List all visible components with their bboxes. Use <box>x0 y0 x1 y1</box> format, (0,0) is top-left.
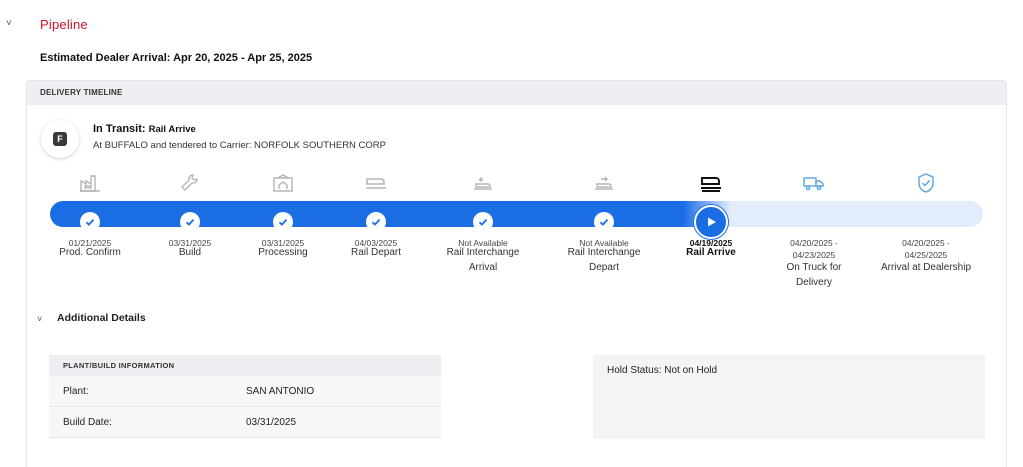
check-icon <box>473 212 493 232</box>
progress-fill <box>50 201 732 227</box>
check-icon <box>273 212 293 232</box>
status-badge: F <box>41 120 79 158</box>
transit-status-value: Rail Arrive <box>148 124 196 135</box>
transit-location: At BUFFALO and tendered to Carrier: NORF… <box>93 140 387 151</box>
stage-label: Rail Interchange Arrival <box>446 247 520 273</box>
hold-status-text: Hold Status: Not on Hold <box>607 365 718 376</box>
plant-key: Plant: <box>63 385 89 397</box>
delivery-timeline-panel: DELIVERY TIMELINE F In Transit: Rail Arr… <box>26 80 1007 467</box>
check-icon <box>594 212 614 232</box>
stage-date: 04/20/2025 - 04/25/2025 <box>902 238 950 260</box>
plant-value: SAN ANTONIO <box>246 385 315 397</box>
additional-details-title[interactable]: Additional Details <box>57 312 146 324</box>
truck-icon <box>754 171 874 195</box>
stage-label: Rail Arrive <box>686 247 736 258</box>
check-icon <box>80 212 100 232</box>
rail-arrive-icon <box>651 171 771 195</box>
play-icon <box>694 205 728 239</box>
rail-interchange-arrival-icon <box>423 171 543 195</box>
check-icon <box>366 212 386 232</box>
build-date-value: 03/31/2025 <box>246 416 297 428</box>
additional-details-chevron-icon[interactable]: ˅ <box>37 314 42 324</box>
build-date-key: Build Date: <box>63 416 112 428</box>
plant-build-header: PLANT/BUILD INFORMATION <box>49 355 441 376</box>
timeline-stage: Not Available Rail Interchange Arrival <box>423 171 543 273</box>
transit-status-label: In Transit: <box>93 123 146 135</box>
transit-status: In Transit: Rail Arrive <box>93 123 196 135</box>
timeline-stage: Not Available Rail Interchange Depart <box>544 171 664 273</box>
stage-date: 04/20/2025 - 04/23/2025 <box>790 238 838 260</box>
rail-depart-icon <box>316 171 436 195</box>
pipeline-collapse-chevron-icon[interactable]: ˅ <box>6 18 12 29</box>
shield-check-icon <box>866 171 986 195</box>
plant-build-card: PLANT/BUILD INFORMATION Plant: SAN ANTON… <box>49 355 441 438</box>
stage-label: Arrival at Dealership <box>880 262 972 273</box>
plant-row: Plant: SAN ANTONIO <box>49 376 441 407</box>
build-date-row: Build Date: 03/31/2025 <box>49 407 441 438</box>
stage-label: Rail Depart <box>350 247 402 258</box>
check-icon <box>180 212 200 232</box>
timeline-stage: 04/03/2025 Rail Depart <box>316 171 436 258</box>
f-badge-icon: F <box>53 132 67 146</box>
pipeline-title: Pipeline <box>40 17 88 32</box>
stage-label: Rail Interchange Depart <box>567 247 641 273</box>
hold-status-card: Hold Status: Not on Hold <box>593 355 985 439</box>
timeline-stage: 04/20/2025 - 04/25/2025 Arrival at Dealer… <box>866 171 986 273</box>
estimated-dealer-arrival: Estimated Dealer Arrival: Apr 20, 2025 -… <box>40 52 313 64</box>
rail-interchange-depart-icon <box>544 171 664 195</box>
delivery-timeline-header: DELIVERY TIMELINE <box>27 81 1006 105</box>
timeline-stage: 04/19/2025 Rail Arrive <box>651 171 771 258</box>
timeline-stage: 04/20/2025 - 04/23/2025 On Truck for Deli… <box>754 171 874 288</box>
stage-label: On Truck for Delivery <box>786 262 842 288</box>
